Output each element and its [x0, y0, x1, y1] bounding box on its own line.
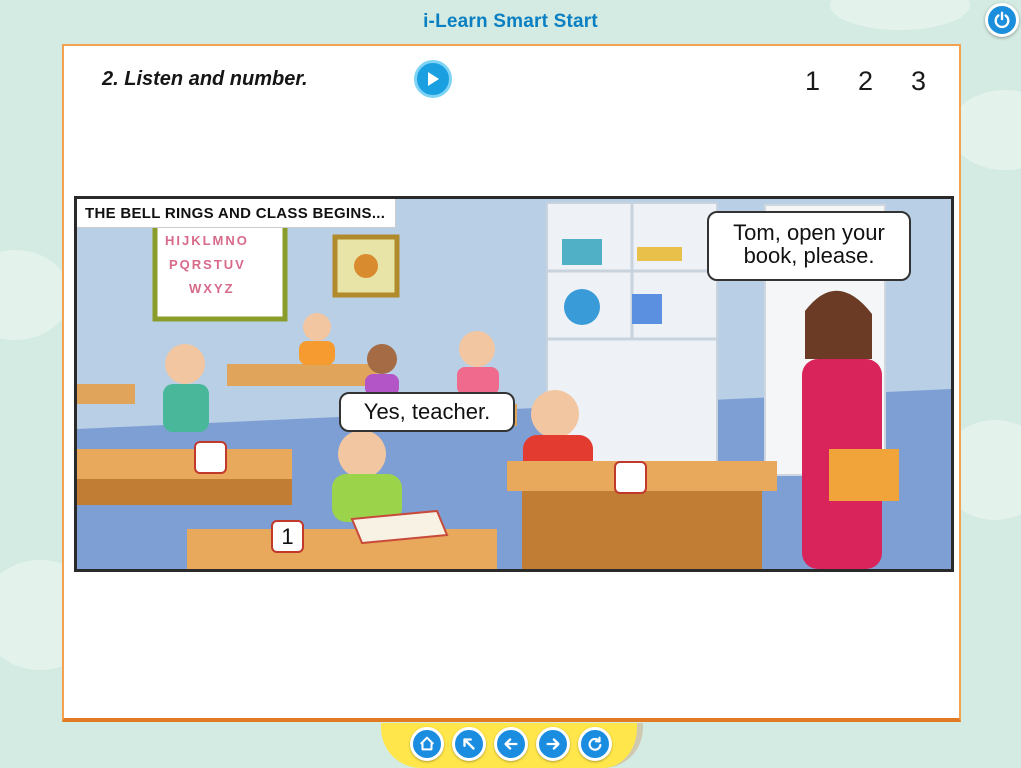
student-speech-text: Yes, teacher. [363, 399, 491, 424]
alphabet-row-2: PQRSTUV [169, 257, 246, 272]
power-button[interactable] [985, 3, 1019, 37]
arrow-right-icon [546, 738, 560, 750]
classroom-illustration: THE BELL RINGS AND CLASS BEGINS... HIJKL… [74, 196, 954, 572]
power-icon [994, 11, 1010, 29]
refresh-button[interactable] [578, 727, 612, 761]
app-title: i-Learn Smart Start [423, 11, 598, 32]
background-cloud [0, 250, 70, 340]
bottom-navigation [381, 723, 643, 768]
play-icon [428, 72, 439, 86]
scene-caption: THE BELL RINGS AND CLASS BEGINS... [77, 199, 397, 228]
answer-box-tom[interactable]: 1 [271, 520, 304, 553]
answer-box-girl[interactable] [194, 441, 227, 474]
arrow-left-icon [504, 738, 518, 750]
arrow-up-left-icon [463, 738, 475, 750]
exercise-instruction: 2. Listen and number. [102, 68, 308, 90]
page-number-2[interactable]: 2 [839, 66, 892, 97]
alphabet-row-1: HIJKLMNO [165, 233, 249, 248]
next-button[interactable] [536, 727, 570, 761]
home-icon [419, 736, 435, 751]
refresh-icon [588, 736, 602, 751]
page-number-1[interactable]: 1 [786, 66, 839, 97]
answer-box-boy[interactable] [614, 461, 647, 494]
exercise-panel: 2. Listen and number. 1 2 3 THE BELL RIN… [62, 44, 961, 722]
page-selector: 1 2 3 [786, 66, 945, 97]
teacher-speech-text: Tom, open your book, please. [733, 220, 885, 269]
previous-button[interactable] [494, 727, 528, 761]
student-speech-bubble: Yes, teacher. [339, 392, 515, 432]
teacher-speech-bubble: Tom, open your book, please. [707, 211, 911, 281]
page-number-3[interactable]: 3 [892, 66, 945, 97]
home-button[interactable] [410, 727, 444, 761]
alphabet-row-3: WXYZ [189, 281, 235, 296]
audio-play-button[interactable] [414, 60, 452, 98]
back-to-start-button[interactable] [452, 727, 486, 761]
